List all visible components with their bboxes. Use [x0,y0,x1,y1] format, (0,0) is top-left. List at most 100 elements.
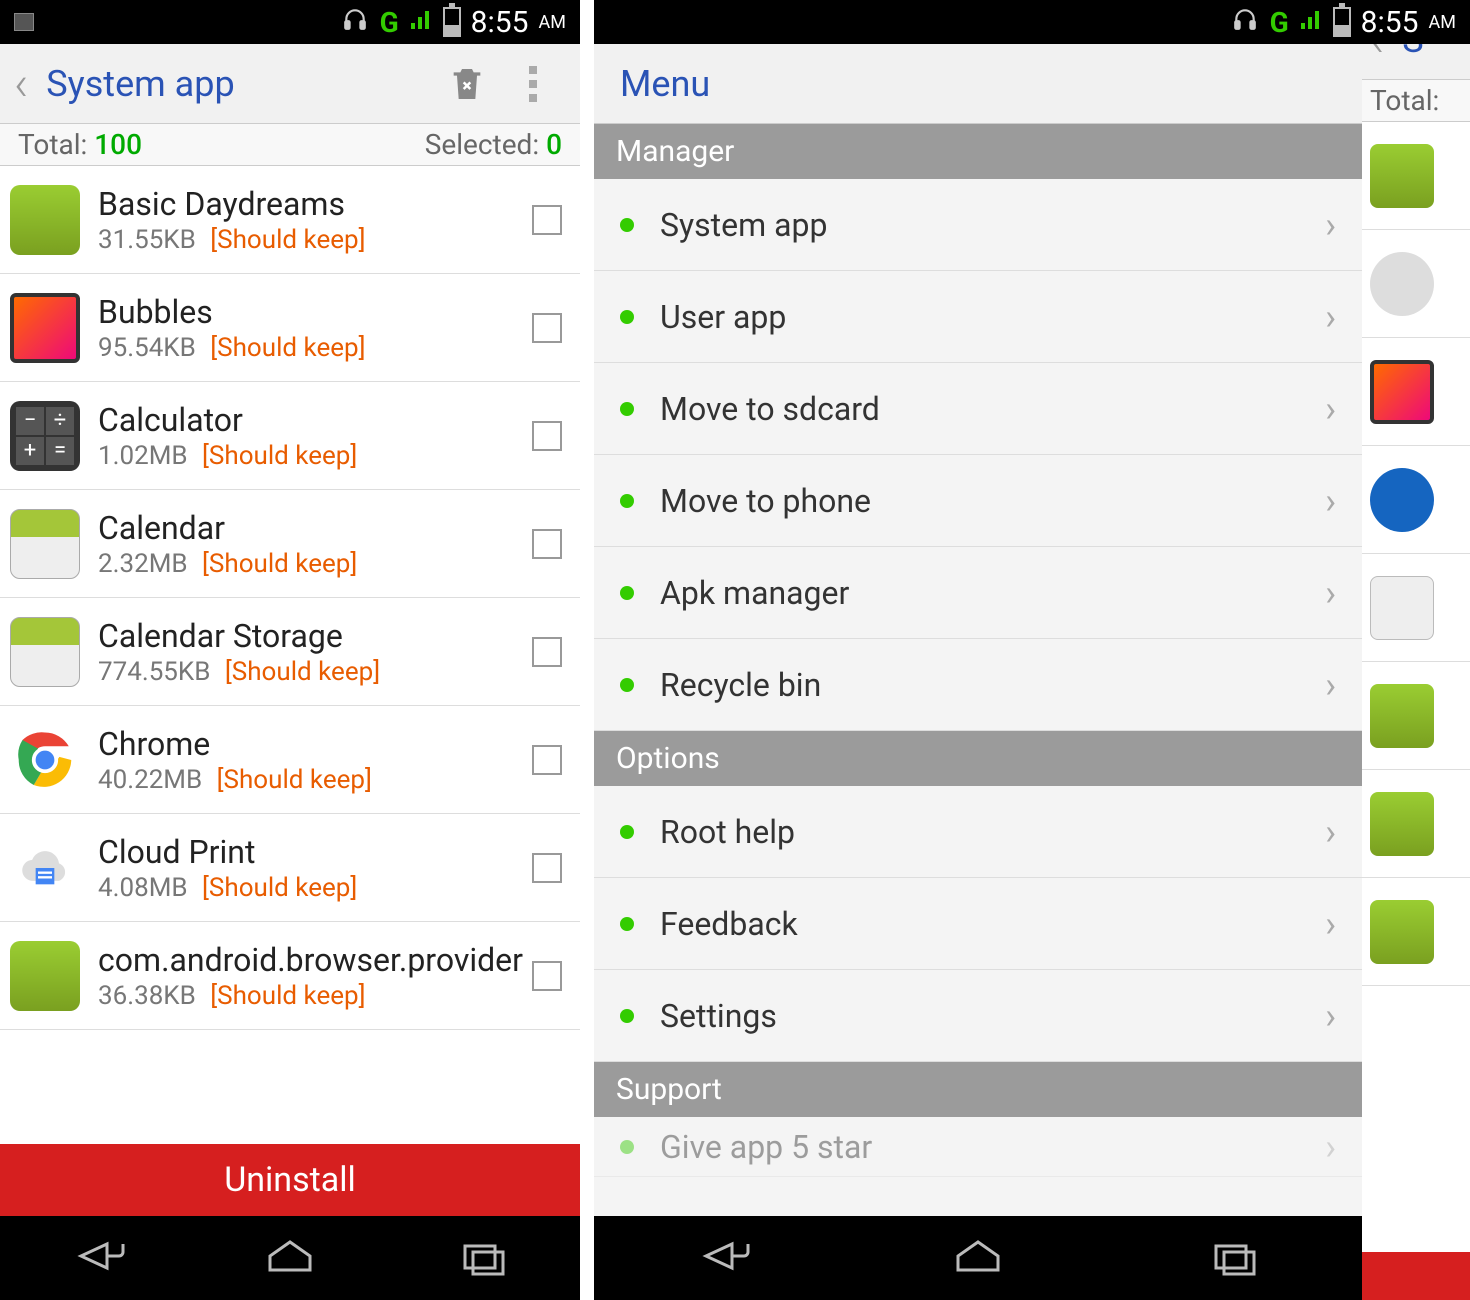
battery-icon [443,7,461,37]
headphones-icon [1230,6,1260,39]
back-icon[interactable]: ‹ [14,55,28,112]
sliver-row[interactable] [1362,878,1470,986]
app-note: [Should keep] [204,333,366,363]
app-name: Cloud Print [98,833,532,871]
app-checkbox[interactable] [532,529,562,559]
menu-section-header: Options [594,731,1362,786]
app-checkbox[interactable] [532,313,562,343]
sliver-row[interactable] [1362,770,1470,878]
status-bar: G 8:55 AM [0,0,580,44]
app-row[interactable]: Calendar Storage774.55KB [Should keep] [0,598,580,706]
app-checkbox[interactable] [532,745,562,775]
nav-home-icon[interactable] [260,1234,320,1282]
menu-item[interactable]: Root help› [594,786,1362,878]
bullet-icon [620,825,634,839]
app-list[interactable]: Basic Daydreams31.55KB [Should keep] Bubb… [0,166,580,1144]
app-info: Calculator1.02MB [Should keep] [98,401,532,471]
app-checkbox[interactable] [532,421,562,451]
app-name: Calendar Storage [98,617,532,655]
app-row[interactable]: Basic Daydreams31.55KB [Should keep] [0,166,580,274]
overflow-icon[interactable] [508,59,558,109]
menu-item[interactable]: Settings› [594,970,1362,1062]
chevron-right-icon: › [1325,995,1336,1037]
nav-recent-icon[interactable] [453,1234,513,1282]
app-row[interactable]: Chrome40.22MB [Should keep] [0,706,580,814]
sliver-row[interactable] [1362,122,1470,230]
app-note: [Should keep] [196,549,358,579]
nav-recent-icon[interactable] [1204,1234,1264,1282]
bullet-icon [620,586,634,600]
app-meta: 4.08MB [Should keep] [98,873,532,903]
sliver-row[interactable] [1362,554,1470,662]
sliver-row[interactable] [1362,338,1470,446]
chevron-right-icon: › [1325,296,1336,338]
app-checkbox[interactable] [532,853,562,883]
app-info: Bubbles95.54KB [Should keep] [98,293,532,363]
app-name: Calculator [98,401,532,439]
nav-bar [0,1216,580,1300]
menu-item-label: System app [660,206,1325,244]
menu-list[interactable]: ManagerSystem app›User app›Move to sdcar… [594,124,1362,1216]
menu-item-label: Apk manager [660,574,1325,612]
app-name: Calendar [98,509,532,547]
chevron-right-icon: › [1325,664,1336,706]
sliver-icon [1370,684,1434,748]
app-checkbox[interactable] [532,961,562,991]
app-meta: 1.02MB [Should keep] [98,441,532,471]
menu-item[interactable]: Move to sdcard› [594,363,1362,455]
app-row[interactable]: −÷+=Calculator1.02MB [Should keep] [0,382,580,490]
selected-label: Selected: 0 [425,128,562,161]
app-info: Calendar Storage774.55KB [Should keep] [98,617,532,687]
app-checkbox[interactable] [532,205,562,235]
selected-value: 0 [546,128,562,161]
app-row[interactable]: Bubbles95.54KB [Should keep] [0,274,580,382]
menu-item[interactable]: Feedback› [594,878,1362,970]
menu-title: Menu [608,63,710,105]
app-note: [Should keep] [196,441,358,471]
app-icon [10,293,80,363]
menu-item[interactable]: System app› [594,179,1362,271]
uninstall-button[interactable]: Uninstall [0,1144,580,1216]
sliver-row[interactable] [1362,662,1470,770]
app-row[interactable]: Cloud Print4.08MB [Should keep] [0,814,580,922]
app-note: [Should keep] [204,225,366,255]
menu-item[interactable]: User app› [594,271,1362,363]
sliver-row[interactable] [1362,446,1470,554]
sliver-row[interactable] [1362,230,1470,338]
app-meta: 95.54KB [Should keep] [98,333,532,363]
status-bar-full: G 8:55 AM [594,0,1470,44]
app-meta: 36.38KB [Should keep] [98,981,532,1011]
app-icon [10,725,80,795]
menu-app-bar: Menu [594,44,1362,124]
app-icon [10,185,80,255]
sliver-uninstall[interactable] [1362,1252,1470,1300]
app-row[interactable]: Calendar2.32MB [Should keep] [0,490,580,598]
recycle-icon[interactable] [442,59,492,109]
chevron-right-icon: › [1325,388,1336,430]
nav-back-icon[interactable] [692,1234,752,1282]
status-left [14,13,34,31]
notification-icon [14,13,34,31]
menu-item[interactable]: Move to phone› [594,455,1362,547]
app-checkbox[interactable] [532,637,562,667]
menu-item[interactable]: Recycle bin› [594,639,1362,731]
bullet-icon [620,917,634,931]
sliver-icon [1370,900,1434,964]
app-note: [Should keep] [204,981,366,1011]
nav-home-icon[interactable] [948,1234,1008,1282]
app-row[interactable]: com.android.browser.provider36.38KB [Sho… [0,922,580,1030]
menu-item-label: User app [660,298,1325,336]
menu-item-label: Move to sdcard [660,390,1325,428]
sliver-icon [1370,792,1434,856]
nav-back-icon[interactable] [67,1234,127,1282]
app-info: Chrome40.22MB [Should keep] [98,725,532,795]
menu-section-header: Support [594,1062,1362,1117]
menu-item[interactable]: Give app 5 star› [594,1117,1362,1177]
menu-item[interactable]: Apk manager› [594,547,1362,639]
menu-section-header: Manager [594,124,1362,179]
app-icon [10,941,80,1011]
headphones-icon [340,6,370,39]
app-name: Chrome [98,725,532,763]
bullet-icon [620,678,634,692]
menu-item-label: Settings [660,997,1325,1035]
